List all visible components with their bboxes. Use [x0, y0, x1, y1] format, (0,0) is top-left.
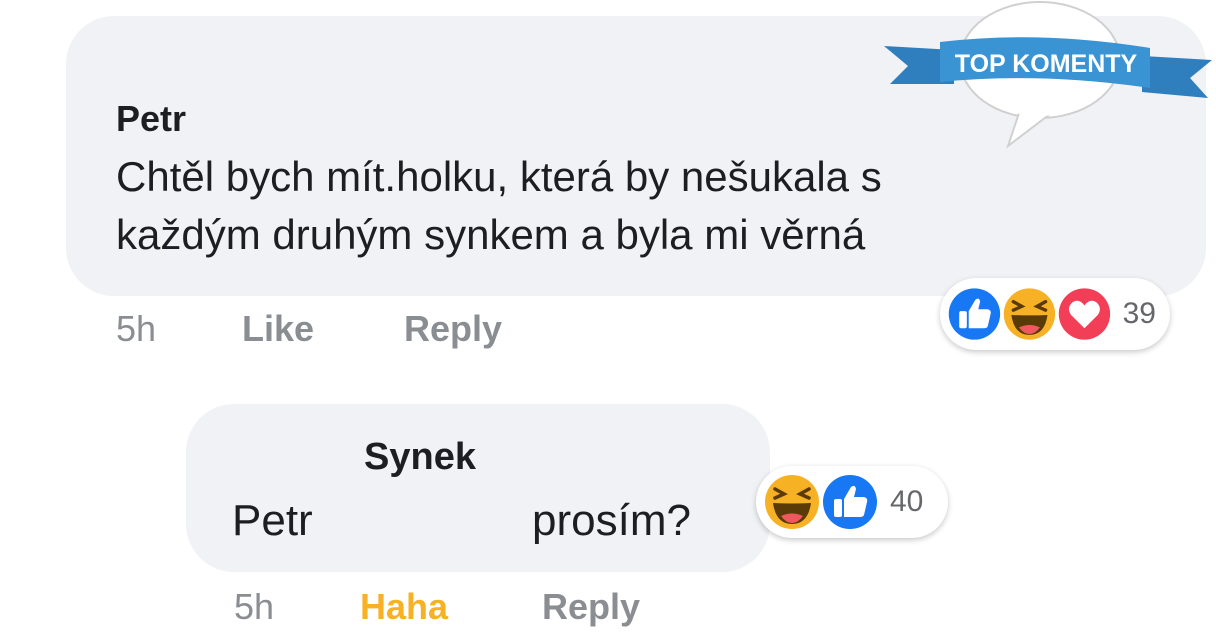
comment-timestamp[interactable]: 5h — [116, 308, 156, 350]
like-icon — [820, 472, 880, 532]
reply-reaction-summary[interactable]: 40 — [756, 466, 948, 538]
reaction-count: 40 — [890, 485, 924, 518]
haha-icon — [762, 472, 822, 532]
badge-label: TOP KOMENTY — [955, 50, 1138, 78]
haha-reaction-button[interactable]: Haha — [360, 586, 448, 628]
like-icon — [945, 285, 1003, 343]
haha-icon — [1000, 285, 1058, 343]
reply-text-start: Petr — [232, 496, 313, 545]
reply-button[interactable]: Reply — [404, 308, 502, 350]
reply-text-end: prosím? — [532, 496, 691, 545]
comment-author[interactable]: Petr — [116, 98, 186, 140]
reply-timestamp[interactable]: 5h — [234, 586, 274, 628]
reply-author[interactable]: Synek — [364, 436, 476, 479]
love-icon — [1055, 285, 1113, 343]
reaction-summary[interactable]: 39 — [940, 278, 1170, 350]
top-comments-badge: TOP KOMENTY — [884, 1, 1212, 149]
reply-bubble: Synek Petr prosím? — [186, 404, 770, 572]
comment-text: Chtěl bych mít.holku, která by nešukala … — [116, 153, 882, 258]
reaction-count: 39 — [1122, 297, 1156, 330]
reply-button[interactable]: Reply — [542, 586, 640, 628]
like-button[interactable]: Like — [242, 308, 314, 350]
